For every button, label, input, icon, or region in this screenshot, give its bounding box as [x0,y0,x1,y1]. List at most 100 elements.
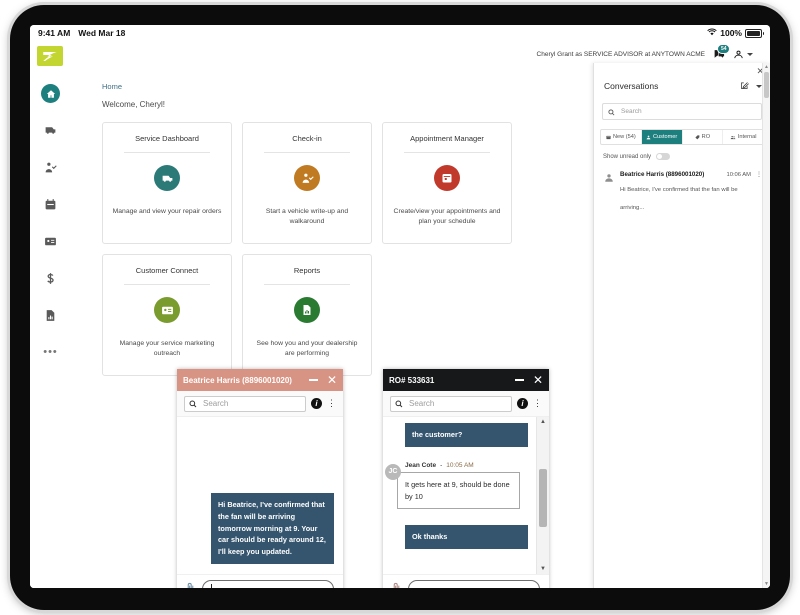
card-title: Service Dashboard [135,134,199,143]
tab-ro[interactable]: RO [683,130,724,144]
close-icon[interactable]: ✕ [327,374,337,386]
tab-internal[interactable]: Internal [723,130,763,144]
sender-time: 10:05 AM [446,461,474,469]
chat-window-ro: RO# 533631 ✕ i ⋮ the customer? [383,369,549,588]
scrollbar-thumb[interactable] [539,469,547,527]
card-appointment-manager[interactable]: Appointment Manager Create/view your app… [382,122,512,244]
minimize-icon[interactable] [308,379,318,381]
conversations-scrollbar[interactable]: ▲ ▼ [762,63,770,588]
card-description: Create/view your appointments and plan y… [393,208,501,225]
chat-search-input[interactable] [407,398,507,409]
card-title: Customer Connect [135,266,199,275]
more-vertical-icon[interactable]: ⋮ [327,399,336,408]
card-service-dashboard[interactable]: Service Dashboard Manage and view your r… [102,122,232,244]
tab-customer[interactable]: Customer [641,130,683,144]
divider [124,284,210,285]
scrollbar-thumb[interactable] [764,72,769,98]
account-icon[interactable] [733,49,753,60]
chat-title: Beatrice Harris (8896001020) [183,375,292,385]
conversations-panel: ✕ Conversations New (54) [593,63,770,588]
sidebar-item-customer-connect[interactable] [30,223,71,260]
chat-bubble-outgoing: the customer? [405,423,528,447]
chat-search-input[interactable] [201,398,301,409]
chat-scrollbar[interactable]: ▲ ▼ [536,417,549,574]
brand-logo[interactable] [37,46,63,66]
paperclip-icon[interactable] [392,582,401,588]
ios-status-bar: 9:41 AM Wed Mar 18 100% [30,25,770,41]
chat-search-box[interactable] [390,395,512,413]
left-nav-rail: ••• [30,41,72,588]
search-icon [395,395,403,413]
info-icon[interactable]: i [311,398,322,409]
tab-label: Internal [737,134,757,140]
conversation-preview: Hi Beatrice, I've confirmed that the fan… [620,187,738,211]
card-description: Start a vehicle write-up and walkaround [265,208,349,225]
chat-bubble-outgoing: Hi Beatrice, I've confirmed that the fan… [211,493,334,565]
sidebar-item-appointments[interactable] [30,186,71,223]
chat-search-row: i ⋮ [383,391,549,417]
status-time: 9:41 AM [38,28,71,38]
tab-label: RO [701,134,711,140]
tablet-screen: 9:41 AM Wed Mar 18 100% ••• Cheryl Grant… [30,25,770,588]
sidebar-item-service-dashboard[interactable] [30,112,71,149]
repair-order-icon [44,124,57,137]
tab-new[interactable]: New (54) [601,130,642,144]
status-date: Wed Mar 18 [78,28,126,38]
wifi-icon [707,28,717,38]
minimize-icon[interactable] [514,379,524,381]
caret-down-icon[interactable]: ▼ [537,564,549,574]
caret-down-icon[interactable]: ▼ [763,580,770,588]
vehicle-checkin-icon [294,165,320,191]
show-unread-toggle[interactable] [656,153,671,160]
sidebar-item-payments[interactable] [30,260,71,297]
conversations-search[interactable] [602,103,762,120]
sidebar-item-home[interactable] [30,75,71,112]
panel-title: Conversations [604,81,659,91]
conversation-name: Beatrice Harris (8896001020) [620,171,705,178]
card-reports[interactable]: Reports See how you and your dealership … [242,254,372,376]
caret-up-icon[interactable]: ▲ [763,63,770,71]
contact-card-icon [44,235,57,248]
tab-label: New (54) [613,134,636,140]
divider [264,284,350,285]
divider [264,152,350,153]
sender-sep: - [440,461,443,469]
chat-bubble-incoming: It gets here at 9, should be done by 10 [397,471,520,510]
tab-label: Customer [653,134,678,140]
card-check-in[interactable]: Check-in Start a vehicle write-up and wa… [242,122,372,244]
divider [404,152,490,153]
paperclip-icon[interactable] [186,582,195,588]
close-icon[interactable]: ✕ [533,374,543,386]
card-customer-connect[interactable]: Customer Connect Manage your service mar… [102,254,232,376]
card-description: Manage and view your repair orders [112,208,222,215]
search-icon [608,103,615,121]
more-vertical-icon[interactable]: ⋮ [533,399,542,408]
chat-bubble-outgoing: Ok thanks [405,525,528,550]
chevron-down-icon [747,53,753,56]
home-icon [41,84,60,103]
report-icon [44,309,57,322]
tablet-device-frame: 9:41 AM Wed Mar 18 100% ••• Cheryl Grant… [10,5,790,610]
sidebar-item-check-in[interactable] [30,149,71,186]
search-input[interactable] [619,107,756,116]
sidebar-item-more[interactable]: ••• [30,334,71,371]
caret-up-icon[interactable]: ▲ [537,417,549,427]
list-item[interactable]: Beatrice Harris (8896001020) 10:06 AM ⋮ … [594,166,770,219]
show-unread-label: Show unread only [603,153,652,160]
card-description: Manage your service marketing outreach [119,340,215,357]
chat-input[interactable] [408,579,540,588]
person-avatar-icon [603,172,614,183]
calendar-icon [434,165,460,191]
compose-icon[interactable] [740,77,749,95]
show-unread-only-row: Show unread only [594,145,770,160]
info-icon[interactable]: i [517,398,528,409]
chat-title: RO# 533631 [389,375,435,385]
messages-icon[interactable]: 54 [713,44,730,61]
chat-sender-line: Jean Cote - 10:05 AM [405,462,549,469]
avatar: JC [385,463,401,480]
chat-search-box[interactable] [184,395,306,412]
sidebar-item-reports[interactable] [30,297,71,334]
chat-composer-row [177,574,343,588]
conversations-tabs: New (54) Customer RO Internal [600,129,764,145]
chat-input[interactable] [202,579,334,588]
